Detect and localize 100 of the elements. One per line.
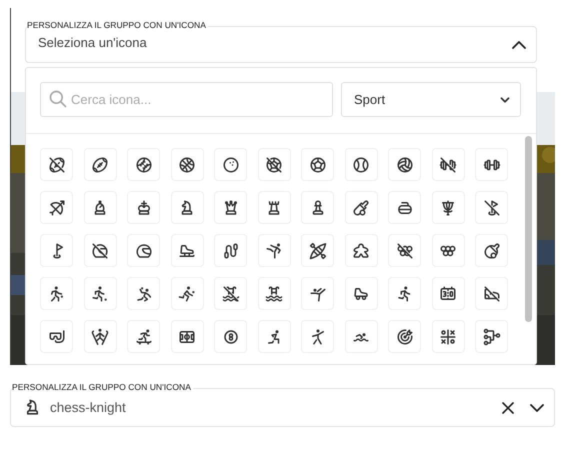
icon-option[interactable] <box>475 234 508 267</box>
toggle-button[interactable] <box>530 404 544 412</box>
icon-option[interactable] <box>127 148 160 181</box>
icon-option[interactable] <box>40 234 73 267</box>
icon-option[interactable] <box>127 191 160 224</box>
select-placeholder: Seleziona un'icona <box>38 35 148 50</box>
icon-option[interactable] <box>258 277 290 310</box>
icon-option[interactable] <box>432 320 464 353</box>
icon-option[interactable] <box>40 148 73 181</box>
icon-option[interactable] <box>344 191 378 224</box>
pool-off-icon <box>222 284 240 302</box>
icon-option[interactable] <box>301 148 334 181</box>
barbell-off-icon <box>439 156 457 174</box>
icon-option[interactable] <box>214 277 247 310</box>
icon-option[interactable] <box>475 277 508 310</box>
field-label: PERSONALIZZA IL GRUPPO CON UN'ICONA <box>27 20 208 30</box>
ball-american-football-off-icon <box>48 156 66 174</box>
golf-off-icon <box>482 198 500 216</box>
icon-option[interactable] <box>127 234 160 267</box>
icon-option[interactable] <box>388 234 421 267</box>
icon-option[interactable] <box>301 277 334 310</box>
icon-option[interactable] <box>258 320 290 353</box>
scoreboard-icon <box>439 284 457 302</box>
shoe-off-icon <box>482 284 500 302</box>
icon-option[interactable] <box>344 277 378 310</box>
play-handball-icon <box>134 284 152 302</box>
field-label: PERSONALIZZA IL GRUPPO CON UN'ICONA <box>12 382 193 392</box>
icon-option[interactable] <box>170 234 204 267</box>
ball-football-icon <box>308 156 326 174</box>
icon-option[interactable] <box>214 191 247 224</box>
icon-option[interactable] <box>170 277 204 310</box>
icon-option[interactable] <box>388 277 421 310</box>
play-volleyball-icon <box>178 284 196 302</box>
scuba-mask-icon <box>48 328 66 346</box>
icon-option[interactable] <box>475 148 508 181</box>
target-arrow-icon <box>396 328 414 346</box>
ball-american-football-icon <box>91 156 109 174</box>
icon-option[interactable] <box>388 320 421 353</box>
sport-billard-icon <box>222 328 240 346</box>
selected-value: chess-knight <box>50 400 127 415</box>
icon-option[interactable] <box>214 234 247 267</box>
icon-option[interactable] <box>301 234 334 267</box>
tic-tac-icon <box>439 328 457 346</box>
icon-option[interactable] <box>170 148 204 181</box>
icon-option[interactable] <box>214 320 247 353</box>
icon-option[interactable] <box>344 320 378 353</box>
ping-pong-icon <box>482 242 500 260</box>
icon-option[interactable] <box>475 320 508 353</box>
toggle-button[interactable] <box>512 40 526 48</box>
icon-option[interactable] <box>84 148 116 181</box>
ball-tennis-icon <box>352 156 370 174</box>
icon-option[interactable] <box>388 148 421 181</box>
icon-option[interactable] <box>432 277 464 310</box>
ball-basketball-icon <box>178 156 196 174</box>
icon-option[interactable] <box>475 191 508 224</box>
icon-option[interactable] <box>344 148 378 181</box>
icon-option[interactable] <box>84 277 116 310</box>
search-icon <box>48 89 68 109</box>
helmet-icon <box>134 242 152 260</box>
olympics-off-icon <box>396 242 414 260</box>
icon-option[interactable] <box>258 191 290 224</box>
cricket-icon <box>352 198 370 216</box>
icon-option[interactable] <box>214 148 247 181</box>
helmet-off-icon <box>91 242 109 260</box>
icon-option[interactable] <box>388 191 421 224</box>
ski-jumping-icon <box>91 328 109 346</box>
category-select[interactable]: Sport <box>341 82 521 117</box>
icon-option[interactable] <box>84 234 116 267</box>
ball-football-off-icon <box>265 156 283 174</box>
chevron-up-icon <box>512 40 526 48</box>
karate-icon <box>265 242 283 260</box>
icon-option[interactable] <box>40 277 73 310</box>
icon-option[interactable] <box>301 191 334 224</box>
icon-option[interactable] <box>432 148 464 181</box>
meeple-icon <box>352 242 370 260</box>
icon-option[interactable] <box>432 191 464 224</box>
icon-option[interactable] <box>84 320 116 353</box>
icon-option[interactable] <box>40 191 73 224</box>
search-field[interactable]: Cerca icona... <box>40 82 333 117</box>
icon-option[interactable] <box>127 277 160 310</box>
icon-option[interactable] <box>84 191 116 224</box>
disc-golf-icon <box>439 198 457 216</box>
icon-option[interactable] <box>40 320 73 353</box>
icon-option[interactable] <box>344 234 378 267</box>
jump-rope-icon <box>222 242 240 260</box>
ball-volleyball-icon <box>396 156 414 174</box>
play-football-icon <box>91 284 109 302</box>
icon-option[interactable] <box>170 191 204 224</box>
ball-bowling-icon <box>222 156 240 174</box>
bow-icon <box>48 198 66 216</box>
tournament-icon <box>482 328 500 346</box>
icon-option[interactable] <box>258 148 290 181</box>
ball-baseball-icon <box>134 156 152 174</box>
icon-option[interactable] <box>127 320 160 353</box>
icon-option[interactable] <box>432 234 464 267</box>
chevron-down-icon <box>530 404 544 412</box>
icon-option[interactable] <box>170 320 204 353</box>
pool-icon <box>265 284 283 302</box>
icon-option[interactable] <box>258 234 290 267</box>
icon-option[interactable] <box>301 320 334 353</box>
